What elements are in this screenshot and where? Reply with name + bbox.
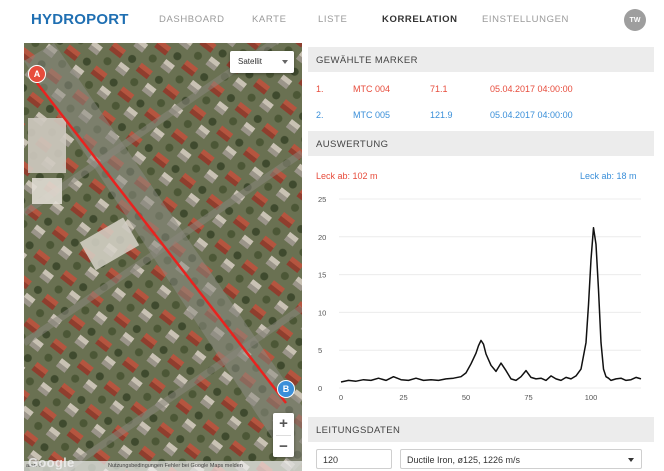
pipe-material-value: Ductile Iron, ø125, 1226 m/s [407,455,521,465]
zoom-control: + − [273,413,294,457]
map-imagery [24,43,302,471]
y-tick-label: 10 [318,308,326,317]
marker-name: MTC 004 [353,84,391,94]
y-tick-label: 15 [318,271,326,280]
zoom-out-button[interactable]: − [273,436,294,458]
leak-left-label: Leck ab: 102 m [316,171,378,181]
nav-korrelation[interactable]: KORRELATION [382,14,458,25]
nav-liste[interactable]: LISTE [318,14,347,25]
marker-timestamp: 05.04.2017 04:00:00 [490,84,573,94]
pipe-material-select[interactable]: Ductile Iron, ø125, 1226 m/s [400,449,642,469]
marker-a-pin[interactable]: A [28,65,46,83]
y-tick-label: 20 [318,233,326,242]
selected-markers-heading: GEWÄHLTE MARKER [308,47,654,72]
marker-row[interactable]: 2. MTC 005 121.9 05.04.2017 04:00:00 [308,100,654,126]
analysis-heading: AUSWERTUNG [308,131,654,156]
marker-value: 121.9 [430,110,453,120]
x-tick-label: 50 [462,393,470,402]
pipe-data-heading: LEITUNGSDATEN [308,417,654,442]
top-bar: HYDROPORT DASHBOARD KARTE LISTE KORRELAT… [0,0,664,40]
avatar[interactable]: TW [624,9,646,31]
map-type-label: Satellit [238,57,263,66]
y-tick-label: 0 [318,384,322,393]
pipe-length-input[interactable]: 120 [316,449,392,469]
marker-name: MTC 005 [353,110,391,120]
map-type-select[interactable]: Satellit [230,51,294,73]
marker-value: 71.1 [430,84,448,94]
marker-row[interactable]: 1. MTC 004 71.1 05.04.2017 04:00:00 [308,74,654,100]
nav-einstellungen[interactable]: EINSTELLUNGEN [482,14,569,25]
marker-index: 2. [316,110,324,120]
marker-timestamp: 05.04.2017 04:00:00 [490,110,573,120]
satellite-map[interactable]: A B Satellit + − aten © Nutzungsbedingun… [24,43,302,471]
nav-karte[interactable]: KARTE [252,14,287,25]
map-terms-links[interactable]: Nutzungsbedingungen Fehler bei Google Ma… [108,463,243,469]
chevron-down-icon [628,458,634,462]
x-tick-label: 75 [524,393,532,402]
marker-index: 1. [316,84,324,94]
chevron-down-icon [282,60,288,64]
correlation-chart[interactable]: 0 5 10 15 20 25 0 25 50 75 100 [308,185,654,405]
x-tick-label: 0 [339,393,343,402]
pipe-length-value: 120 [323,455,339,465]
y-tick-label: 25 [318,195,326,204]
x-tick-label: 100 [585,393,598,402]
app-logo[interactable]: HYDROPORT [31,11,129,28]
nav-dashboard[interactable]: DASHBOARD [159,14,225,25]
leak-right-label: Leck ab: 18 m [580,171,637,181]
zoom-in-button[interactable]: + [273,413,294,435]
y-tick-label: 5 [318,346,322,355]
marker-b-pin[interactable]: B [277,380,295,398]
google-logo: Google [28,455,75,470]
correlation-series-line [340,226,642,383]
x-tick-label: 25 [399,393,407,402]
